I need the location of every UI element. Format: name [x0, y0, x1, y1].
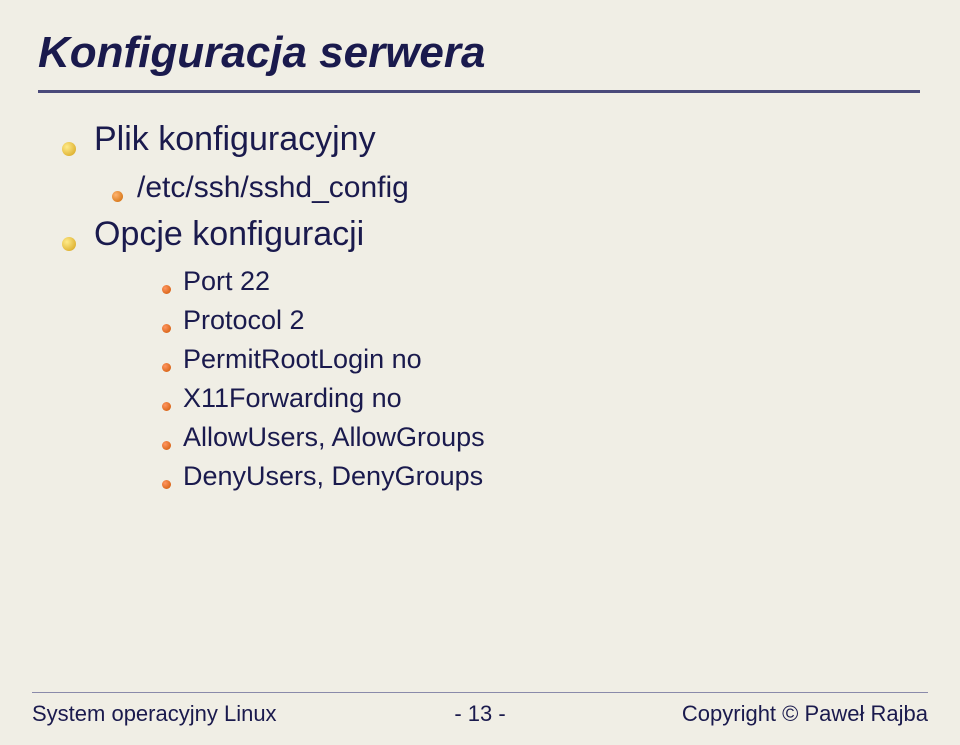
bullet-text: X11Forwarding no	[183, 383, 402, 414]
slide-footer: System operacyjny Linux - 13 - Copyright…	[0, 692, 960, 727]
bullet-level3: Port 22	[38, 266, 920, 297]
bullet-dot-icon	[62, 142, 76, 156]
bullet-level3: X11Forwarding no	[38, 383, 920, 414]
bullet-level1: Opcje konfiguracji	[38, 215, 920, 254]
bullet-level2: /etc/ssh/sshd_config	[38, 171, 920, 205]
bullet-level3: Protocol 2	[38, 305, 920, 336]
bullet-dot-icon	[162, 285, 171, 294]
footer-copyright: Copyright © Paweł Rajba	[682, 701, 928, 727]
bullet-dot-icon	[162, 480, 171, 489]
title-underline	[38, 90, 920, 93]
bullet-dot-icon	[162, 324, 171, 333]
bullet-text: Opcje konfiguracji	[94, 215, 364, 254]
bullet-text: AllowUsers, AllowGroups	[183, 422, 485, 453]
slide-content: Plik konfiguracyjny /etc/ssh/sshd_config…	[38, 120, 920, 500]
bullet-level3: PermitRootLogin no	[38, 344, 920, 375]
footer-content: System operacyjny Linux - 13 - Copyright…	[32, 701, 928, 727]
bullet-level1: Plik konfiguracyjny	[38, 120, 920, 159]
bullet-text: Protocol 2	[183, 305, 305, 336]
bullet-dot-icon	[62, 237, 76, 251]
bullet-dot-icon	[162, 441, 171, 450]
bullet-text: DenyUsers, DenyGroups	[183, 461, 483, 492]
bullet-dot-icon	[112, 191, 123, 202]
bullet-dot-icon	[162, 402, 171, 411]
bullet-text: Port 22	[183, 266, 270, 297]
bullet-level3: DenyUsers, DenyGroups	[38, 461, 920, 492]
footer-left: System operacyjny Linux	[32, 701, 277, 727]
bullet-text: /etc/ssh/sshd_config	[137, 171, 409, 205]
slide-title: Konfiguracja serwera	[38, 28, 486, 78]
footer-page-number: - 13 -	[454, 701, 505, 727]
footer-divider	[32, 692, 928, 693]
bullet-dot-icon	[162, 363, 171, 372]
bullet-text: PermitRootLogin no	[183, 344, 422, 375]
bullet-text: Plik konfiguracyjny	[94, 120, 376, 159]
bullet-level3: AllowUsers, AllowGroups	[38, 422, 920, 453]
